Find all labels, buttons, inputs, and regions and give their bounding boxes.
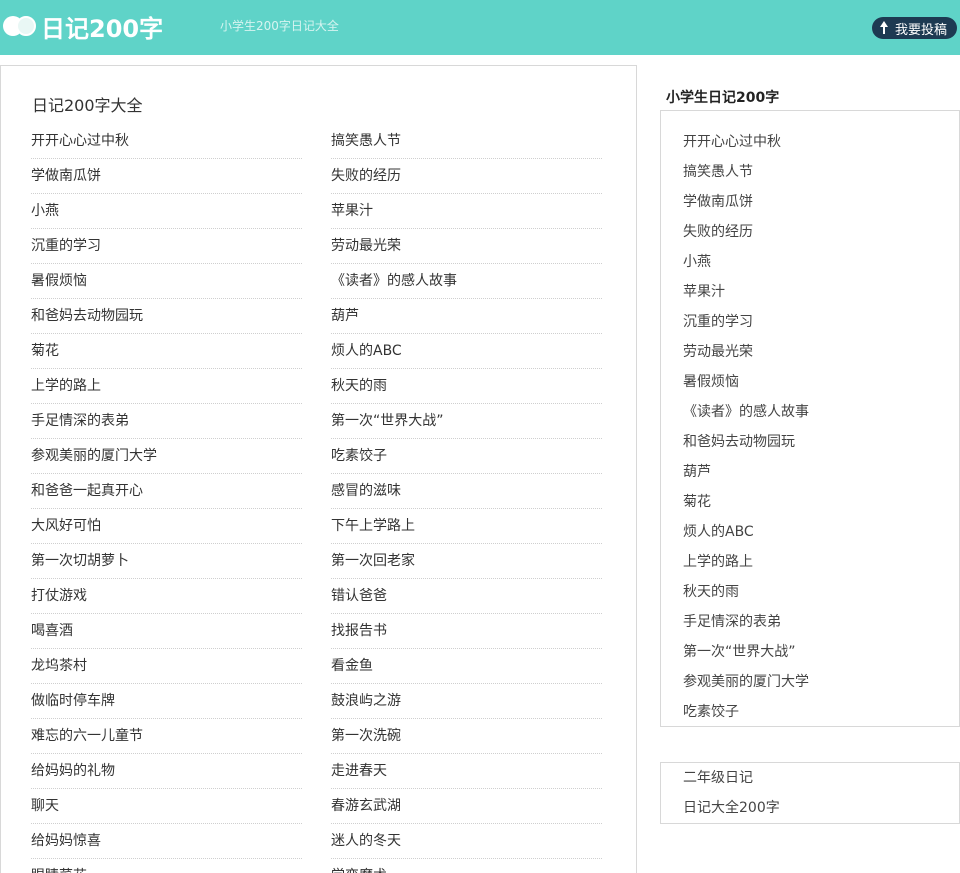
sidebar-diary-link[interactable]: 劳动最光荣 (661, 337, 959, 367)
diary-link[interactable]: 做临时停车牌 (31, 684, 302, 719)
diary-link[interactable]: 鼓浪屿之游 (331, 684, 602, 719)
sidebar-category-link[interactable]: 日记大全200字 (661, 793, 959, 823)
sidebar-list: 开开心心过中秋 搞笑愚人节 学做南瓜饼 失败的经历 小燕 苹果汁 沉重的学习 劳动最光荣 暑假烦… (660, 110, 960, 727)
diary-link[interactable]: 劳动最光荣 (331, 229, 602, 264)
diary-link[interactable]: 暑假烦恼 (31, 264, 302, 299)
diary-link[interactable]: 迷人的冬天 (331, 824, 602, 859)
diary-link[interactable]: 菊花 (31, 334, 302, 369)
diary-link[interactable]: 给妈妈惊喜 (31, 824, 302, 859)
diary-link[interactable]: 第一次“世界大战” (331, 404, 602, 439)
left-column: 开开心心过中秋 学做南瓜饼 小燕 沉重的学习 暑假烦恼 和爸妈去动物园玩 菊花 上学的路上 手足… (31, 124, 302, 873)
diary-link[interactable]: 看金鱼 (331, 649, 602, 684)
diary-link[interactable]: 下午上学路上 (331, 509, 602, 544)
diary-link[interactable]: 眼睛菜花 (31, 859, 302, 873)
sidebar-title: 小学生日记200字 (666, 90, 780, 106)
sidebar-diary-link[interactable]: 第一次“世界大战” (661, 637, 959, 667)
diary-link[interactable]: 春游玄武湖 (331, 789, 602, 824)
diary-link[interactable]: 吃素饺子 (331, 439, 602, 474)
sidebar-diary-link[interactable]: 暑假烦恼 (661, 367, 959, 397)
sidebar-diary-link[interactable]: 失败的经历 (661, 217, 959, 247)
logo-circles-icon (3, 16, 37, 36)
site-tagline: 小学生200字日记大全 (220, 19, 339, 33)
diary-link[interactable]: 秋天的雨 (331, 369, 602, 404)
diary-link[interactable]: 找报告书 (331, 614, 602, 649)
diary-link[interactable]: 烦人的ABC (331, 334, 602, 369)
diary-link[interactable]: 开开心心过中秋 (31, 124, 302, 159)
logo-text: 日记200字 (41, 14, 164, 43)
diary-link[interactable]: 大风好可怕 (31, 509, 302, 544)
diary-link[interactable]: 葫芦 (331, 299, 602, 334)
diary-link[interactable]: 沉重的学习 (31, 229, 302, 264)
sidebar-diary-link[interactable]: 《读者》的感人故事 (661, 397, 959, 427)
diary-list-panel: 日记200字大全 开开心心过中秋 学做南瓜饼 小燕 沉重的学习 暑假烦恼 和爸妈去动物园玩… (0, 65, 637, 873)
site-header: 日记200字 小学生200字日记大全 我要投稿 (0, 0, 960, 55)
diary-link[interactable]: 《读者》的感人故事 (331, 264, 602, 299)
diary-link[interactable]: 学变魔术 (331, 859, 602, 873)
sidebar-diary-link[interactable]: 搞笑愚人节 (661, 157, 959, 187)
diary-link[interactable]: 喝喜酒 (31, 614, 302, 649)
panel-title: 日记200字大全 (32, 96, 143, 115)
diary-link[interactable]: 学做南瓜饼 (31, 159, 302, 194)
diary-link[interactable]: 给妈妈的礼物 (31, 754, 302, 789)
sidebar-category-link[interactable]: 二年级日记 (661, 763, 959, 793)
diary-link[interactable]: 上学的路上 (31, 369, 302, 404)
sidebar-diary-link[interactable]: 小燕 (661, 247, 959, 277)
diary-link[interactable]: 和爸爸一起真开心 (31, 474, 302, 509)
sidebar-diary-link[interactable]: 手足情深的表弟 (661, 607, 959, 637)
sidebar-diary-link[interactable]: 上学的路上 (661, 547, 959, 577)
diary-link[interactable]: 和爸妈去动物园玩 (31, 299, 302, 334)
submit-article-label: 我要投稿 (895, 22, 948, 38)
sidebar-diary-link[interactable]: 和爸妈去动物园玩 (661, 427, 959, 457)
diary-link[interactable]: 走进春天 (331, 754, 602, 789)
sidebar-diary-link[interactable]: 沉重的学习 (661, 307, 959, 337)
diary-link[interactable]: 第一次切胡萝卜 (31, 544, 302, 579)
site-logo[interactable]: 日记200字 (3, 8, 163, 44)
sidebar-diary-link[interactable]: 开开心心过中秋 (661, 127, 959, 157)
diary-link[interactable]: 小燕 (31, 194, 302, 229)
sidebar-diary-link[interactable]: 菊花 (661, 487, 959, 517)
diary-link[interactable]: 参观美丽的厦门大学 (31, 439, 302, 474)
diary-link[interactable]: 难忘的六一儿童节 (31, 719, 302, 754)
diary-link[interactable]: 第一次回老家 (331, 544, 602, 579)
diary-link[interactable]: 龙坞茶村 (31, 649, 302, 684)
diary-link[interactable]: 失败的经历 (331, 159, 602, 194)
diary-link[interactable]: 手足情深的表弟 (31, 404, 302, 439)
sidebar-diary-link[interactable]: 吃素饺子 (661, 697, 959, 727)
diary-link[interactable]: 打仗游戏 (31, 579, 302, 614)
sidebar-diary-link[interactable]: 学做南瓜饼 (661, 187, 959, 217)
diary-link[interactable]: 感冒的滋味 (331, 474, 602, 509)
diary-link[interactable]: 搞笑愚人节 (331, 124, 602, 159)
sidebar-diary-link[interactable]: 烦人的ABC (661, 517, 959, 547)
diary-link[interactable]: 聊天 (31, 789, 302, 824)
right-column: 搞笑愚人节 失败的经历 苹果汁 劳动最光荣 《读者》的感人故事 葫芦 烦人的ABC 秋天的雨第… (331, 124, 602, 873)
sidebar-diary-link[interactable]: 葫芦 (661, 457, 959, 487)
diary-link[interactable]: 苹果汁 (331, 194, 602, 229)
submit-article-button[interactable]: 我要投稿 (872, 17, 957, 39)
pen-icon (880, 21, 888, 34)
sidebar-diary-link[interactable]: 秋天的雨 (661, 577, 959, 607)
diary-link[interactable]: 第一次洗碗 (331, 719, 602, 754)
sidebar-diary-link[interactable]: 苹果汁 (661, 277, 959, 307)
diary-link[interactable]: 错认爸爸 (331, 579, 602, 614)
sidebar-diary-link[interactable]: 参观美丽的厦门大学 (661, 667, 959, 697)
sidebar-links: 二年级日记 日记大全200字 (660, 762, 960, 824)
